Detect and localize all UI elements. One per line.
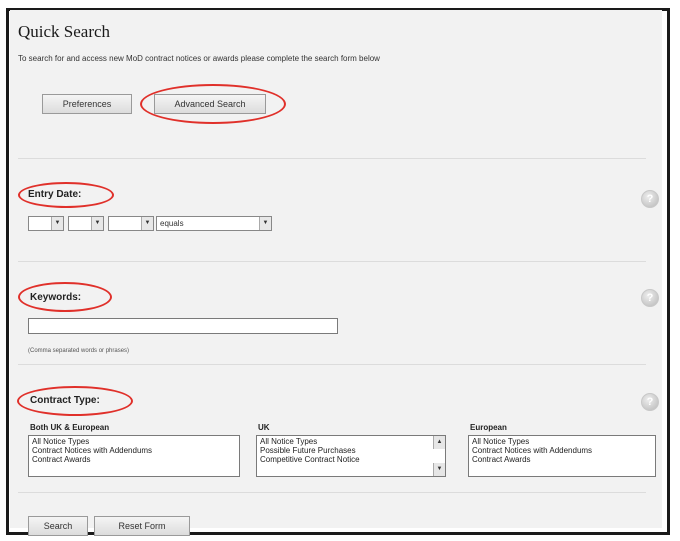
chevron-down-icon: ▼ (141, 217, 153, 230)
entry-date-label: Entry Date: (28, 189, 82, 200)
contract-type-column-heading: Both UK & European (30, 423, 110, 432)
section-divider (18, 158, 646, 159)
contract-type-label: Contract Type: (30, 395, 100, 406)
section-divider (18, 261, 646, 262)
list-option[interactable]: Contract Notices with Addendums (32, 446, 236, 455)
scroll-up-icon[interactable]: ▲ (433, 436, 445, 449)
chevron-down-icon: ▼ (51, 217, 63, 230)
entry-date-operator-select[interactable]: equals ▼ (156, 216, 272, 231)
chevron-down-icon: ▼ (259, 217, 271, 230)
entry-date-month-select[interactable]: ▼ (68, 216, 104, 231)
list-option[interactable]: Contract Awards (472, 455, 652, 464)
entry-date-day-select[interactable]: ▼ (28, 216, 64, 231)
entry-date-year-select[interactable]: ▼ (108, 216, 154, 231)
list-option[interactable]: All Notice Types (472, 437, 652, 446)
chevron-down-icon: ▼ (91, 217, 103, 230)
section-divider (18, 364, 646, 365)
help-icon[interactable]: ? (641, 190, 659, 208)
help-icon[interactable]: ? (641, 289, 659, 307)
list-option[interactable]: All Notice Types (32, 437, 236, 446)
preferences-button[interactable]: Preferences (42, 94, 132, 114)
contract-type-uk-listbox[interactable]: All Notice Types Possible Future Purchas… (256, 435, 446, 477)
list-option[interactable]: Contract Awards (32, 455, 236, 464)
section-divider (18, 492, 646, 493)
contract-type-column-heading: UK (258, 423, 270, 432)
list-option[interactable]: Competitive Contract Notice (260, 455, 442, 464)
contract-type-column-heading: European (470, 423, 507, 432)
entry-date-operator-value: equals (160, 219, 184, 228)
page-title: Quick Search (18, 22, 111, 41)
keywords-hint: (Comma separated words or phrases) (28, 348, 130, 354)
reset-form-button[interactable]: Reset Form (94, 516, 190, 536)
contract-type-both-listbox[interactable]: All Notice Types Contract Notices with A… (28, 435, 240, 477)
list-option[interactable]: Contract Notices with Addendums (472, 446, 652, 455)
contract-type-european-listbox[interactable]: All Notice Types Contract Notices with A… (468, 435, 656, 477)
list-option[interactable]: Possible Future Purchases (260, 446, 442, 455)
intro-text: To search for and access new MoD contrac… (18, 54, 380, 63)
search-button[interactable]: Search (28, 516, 88, 536)
scroll-down-icon[interactable]: ▼ (433, 463, 445, 476)
list-option[interactable]: All Notice Types (260, 437, 442, 446)
advanced-search-button[interactable]: Advanced Search (154, 94, 266, 114)
keywords-input[interactable] (28, 318, 338, 334)
keywords-label: Keywords: (30, 292, 82, 303)
help-icon[interactable]: ? (641, 393, 659, 411)
